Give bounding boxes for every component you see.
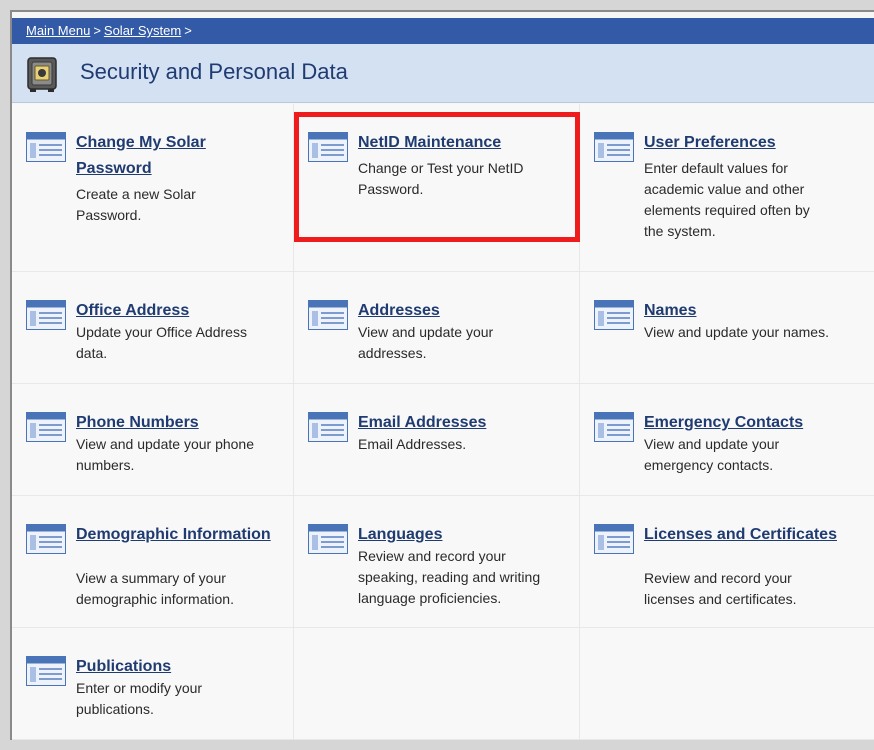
breadcrumb-main-menu[interactable]: Main Menu [26, 23, 90, 38]
phone-numbers-link[interactable]: Phone Numbers [76, 410, 199, 436]
menu-item-licenses-certificates: Licenses and Certificates Review and rec… [580, 496, 874, 628]
menu-grid: Change My Solar Password Create a new Sol… [12, 104, 874, 740]
form-icon [26, 300, 66, 330]
menu-item-addresses: Addresses View and update your addresses. [294, 272, 580, 384]
user-preferences-link[interactable]: User Preferences [644, 130, 776, 156]
addresses-description: View and update your addresses. [358, 324, 494, 361]
demographic-information-description: View a summary of your demographic inform… [76, 570, 234, 607]
form-icon [26, 132, 66, 162]
menu-item-phone-numbers: Phone Numbers View and update your phone… [12, 384, 294, 496]
portal-frame: Main Menu > Solar System > Security and Per… [10, 10, 874, 740]
empty-cell [580, 628, 874, 740]
languages-description: Review and record your speaking, reading … [358, 548, 541, 606]
netid-maintenance-description: Change or Test your NetID Password. [358, 160, 524, 197]
user-preferences-description: Enter default values for academic value a… [644, 160, 810, 239]
change-password-description: Create a new Solar Password. [76, 186, 196, 223]
menu-item-email-addresses: Email Addresses Email Addresses. [294, 384, 580, 496]
languages-link[interactable]: Languages [358, 522, 442, 548]
empty-cell [294, 628, 580, 740]
publications-description: Enter or modify your publications. [76, 680, 203, 717]
menu-item-names: Names View and update your names. [580, 272, 874, 384]
names-link[interactable]: Names [644, 298, 696, 324]
demographic-information-link[interactable]: Demographic Information [76, 522, 271, 548]
form-icon [594, 132, 634, 162]
menu-item-languages: Languages Review and record your speaking… [294, 496, 580, 628]
phone-numbers-description: View and update your phone numbers. [76, 436, 254, 473]
emergency-contacts-description: View and update your emergency contacts. [644, 436, 780, 473]
office-address-description: Update your Office Address data. [76, 324, 247, 361]
menu-item-change-password: Change My Solar Password Create a new Sol… [12, 104, 294, 272]
netid-maintenance-link[interactable]: NetID Maintenance [358, 130, 501, 156]
safe-icon [27, 57, 57, 92]
licenses-certificates-link[interactable]: Licenses and Certificates [644, 522, 837, 548]
email-addresses-description: Email Addresses. [358, 436, 467, 452]
form-icon [26, 412, 66, 442]
page-title: Security and Personal Data [80, 59, 348, 84]
menu-item-emergency-contacts: Emergency Contacts View and update your e… [580, 384, 874, 496]
form-icon [594, 412, 634, 442]
form-icon [308, 300, 348, 330]
form-icon [308, 132, 348, 162]
names-description: View and update your names. [644, 324, 829, 340]
email-addresses-link[interactable]: Email Addresses [358, 410, 486, 436]
emergency-contacts-link[interactable]: Emergency Contacts [644, 410, 803, 436]
menu-item-user-preferences: User Preferences Enter default values fo… [580, 104, 874, 272]
office-address-link[interactable]: Office Address [76, 298, 189, 324]
form-icon [594, 524, 634, 554]
publications-link[interactable]: Publications [76, 654, 171, 680]
form-icon [26, 656, 66, 686]
licenses-certificates-description: Review and record your licenses and certi… [644, 570, 797, 607]
breadcrumb-separator: > [93, 23, 101, 38]
breadcrumb-solar-system[interactable]: Solar System [104, 23, 181, 38]
breadcrumb-separator: > [184, 23, 192, 38]
form-icon [594, 300, 634, 330]
form-icon [308, 412, 348, 442]
form-icon [308, 524, 348, 554]
page-header: Security and Personal Data [12, 44, 874, 103]
form-icon [26, 524, 66, 554]
breadcrumb: Main Menu > Solar System > [12, 18, 874, 44]
menu-item-office-address: Office Address Update your Office Addres… [12, 272, 294, 384]
change-password-link[interactable]: Change My Solar Password [76, 130, 206, 182]
menu-item-demographic-information: Demographic Information View a summary o… [12, 496, 294, 628]
addresses-link[interactable]: Addresses [358, 298, 440, 324]
menu-item-publications: Publications Enter or modify your publica… [12, 628, 294, 740]
menu-item-netid-maintenance: NetID Maintenance Change or Test your Ne… [294, 104, 580, 272]
